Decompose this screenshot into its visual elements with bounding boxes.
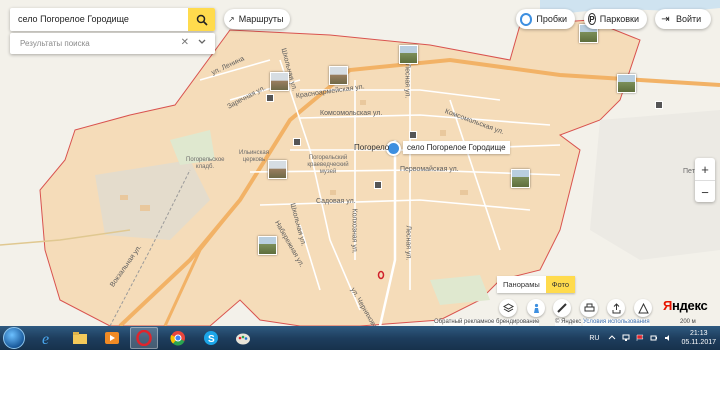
terms-link[interactable]: Условия использования: [583, 319, 650, 326]
taskbar-app-chrome[interactable]: [164, 327, 192, 349]
map-marker-icon[interactable]: [374, 181, 382, 189]
taskbar-app-skype[interactable]: S: [197, 327, 225, 349]
language-indicator[interactable]: RU: [589, 335, 599, 342]
street-label: Комсомольская ул.: [320, 110, 383, 117]
cemetery-label: Погорельское кладб.: [186, 157, 225, 170]
login-icon: ⇥: [661, 13, 670, 25]
internet-explorer-icon: e: [42, 331, 49, 346]
routes-label: Маршруты: [238, 14, 284, 24]
search-results-dropdown[interactable]: Результаты поиска ✕: [10, 33, 215, 54]
parking-button[interactable]: P Парковки: [584, 9, 647, 29]
parking-label: Парковки: [599, 14, 639, 24]
church-label: Ильинская церковь: [239, 150, 269, 163]
town-label: Погорело: [354, 143, 390, 152]
search-input[interactable]: село Погорелое Городище: [18, 14, 129, 24]
ad-link[interactable]: Обратный рекламное брендирование: [434, 319, 540, 326]
photo-thumbnail[interactable]: [399, 45, 418, 64]
photo-tabs: Панорамы Фото: [497, 276, 575, 293]
place-label[interactable]: село Погорелое Городище: [403, 141, 510, 154]
parking-icon: P: [588, 13, 596, 25]
route-icon: ↗: [228, 14, 235, 24]
taskbar-app-file-explorer[interactable]: [66, 327, 94, 349]
paint-icon: [236, 333, 250, 345]
skype-icon: S: [204, 331, 218, 345]
taskbar-app-opera[interactable]: [130, 327, 158, 349]
chevron-down-icon[interactable]: [197, 37, 207, 47]
tray-up-arrow-icon[interactable]: [608, 334, 616, 342]
svg-text:S: S: [208, 334, 215, 345]
routes-button[interactable]: ↗ Маршруты: [224, 9, 290, 29]
share-icon: [612, 302, 620, 313]
flag-icon[interactable]: [636, 334, 644, 342]
map-scale: 200 м: [680, 319, 696, 325]
search-box[interactable]: село Погорелое Городище: [10, 8, 215, 31]
layers-icon: [502, 302, 514, 312]
taskbar-app-internet-explorer[interactable]: e: [34, 327, 62, 349]
map-marker-icon[interactable]: [655, 101, 663, 109]
map-marker-icon[interactable]: [409, 131, 417, 139]
street-label: Лесная ул.: [404, 225, 412, 261]
login-label: Войти: [676, 14, 702, 24]
zoom-control[interactable]: + −: [695, 158, 715, 202]
ruler-icon: [556, 302, 567, 313]
traffic-icon: [520, 12, 533, 26]
map-marker-icon[interactable]: [293, 138, 301, 146]
street-view-button[interactable]: [527, 299, 545, 317]
traffic-label: Пробки: [536, 14, 567, 24]
print-icon: [584, 303, 594, 311]
share-button[interactable]: [607, 299, 625, 317]
street-label: Лесная ул.: [403, 63, 411, 99]
system-tray: RU 21:13 05.11.2017: [589, 326, 716, 350]
folder-icon: [73, 332, 87, 344]
copyright-text: © Яндекс: [555, 319, 582, 326]
chrome-icon: [170, 331, 185, 346]
volume-icon[interactable]: [664, 334, 672, 342]
taskbar-app-paint[interactable]: [229, 327, 257, 349]
map-marker-icon[interactable]: [266, 94, 274, 102]
traffic-button[interactable]: Пробки: [516, 9, 575, 29]
opera-icon: [136, 330, 152, 346]
pegman-icon: [533, 303, 539, 313]
map-canvas[interactable]: ул. Ленина Заречная ул. Красноармейская …: [0, 0, 720, 326]
feedback-button[interactable]: [634, 299, 652, 317]
zoom-out-button[interactable]: −: [695, 181, 715, 203]
results-placeholder: Результаты поиска: [20, 39, 90, 48]
museum-label: Погорельский краеведческий музей: [307, 155, 349, 175]
photo-thumbnail[interactable]: [270, 72, 289, 91]
clock[interactable]: 21:13 05.11.2017: [681, 329, 716, 347]
zoom-in-button[interactable]: +: [695, 158, 715, 181]
street-label: Колхозная ул.: [350, 208, 358, 254]
start-button[interactable]: [3, 327, 25, 349]
search-icon: [196, 14, 208, 26]
photo-thumbnail[interactable]: [258, 236, 277, 255]
ruler-button[interactable]: [553, 299, 571, 317]
clock-time: 21:13: [689, 330, 708, 337]
clear-icon[interactable]: ✕: [181, 37, 189, 48]
network-icon[interactable]: [622, 334, 630, 342]
warning-icon: [637, 302, 649, 313]
print-button[interactable]: [580, 299, 598, 317]
photo-thumbnail[interactable]: [511, 169, 530, 188]
media-player-icon: [105, 332, 119, 344]
windows-taskbar: e S RU 21:13 05.11.2017: [0, 326, 720, 350]
svg-text:e: e: [42, 331, 49, 346]
street-label: Первомайская ул.: [400, 166, 459, 173]
clock-date: 05.11.2017: [681, 339, 716, 346]
tab-panoramas[interactable]: Панорамы: [497, 276, 546, 293]
layers-button[interactable]: [499, 299, 517, 317]
tab-photo[interactable]: Фото: [545, 276, 575, 293]
yandex-logo[interactable]: Яндекс: [663, 298, 708, 313]
taskbar-app-media-player[interactable]: [98, 327, 126, 349]
right-edge-label: Пет: [683, 168, 695, 175]
photo-thumbnail[interactable]: [268, 160, 287, 179]
battery-icon[interactable]: [650, 334, 658, 342]
search-button[interactable]: [188, 8, 215, 31]
street-label: Садовая ул.: [316, 198, 356, 205]
photo-thumbnail[interactable]: [617, 74, 636, 93]
login-button[interactable]: ⇥ Войти: [655, 9, 711, 29]
photo-thumbnail[interactable]: [329, 66, 348, 85]
